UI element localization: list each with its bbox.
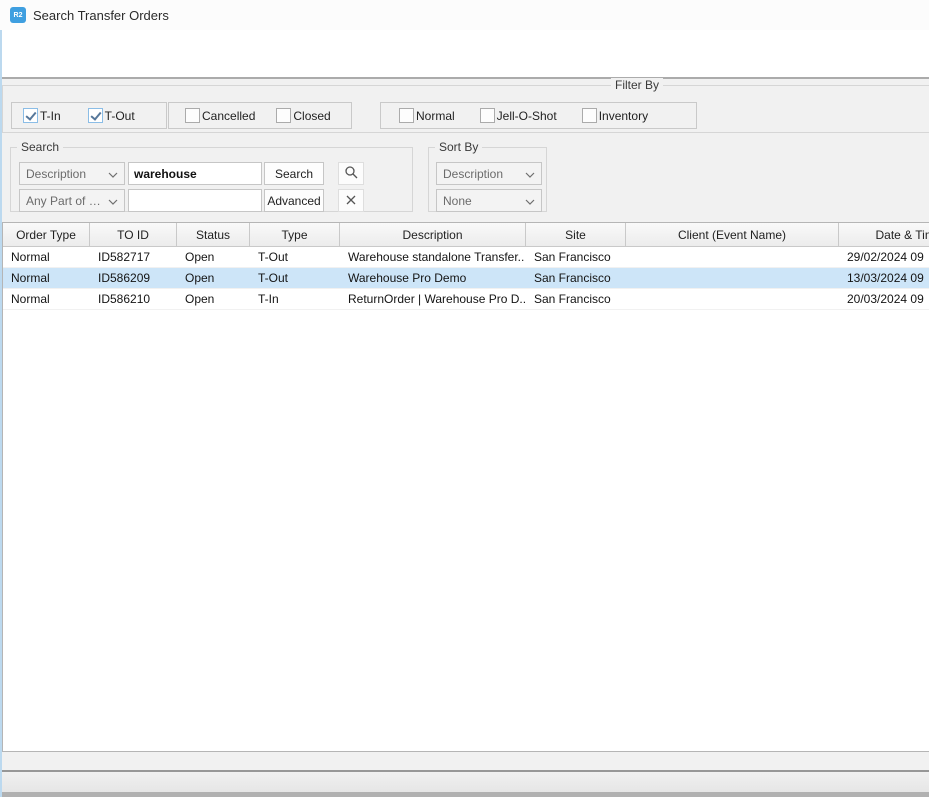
clear-search-button[interactable] bbox=[338, 189, 364, 212]
checkbox-cancelled[interactable]: Cancelled bbox=[185, 108, 255, 123]
column-header-type[interactable]: Type bbox=[250, 223, 340, 247]
r2-logo-icon: R2 bbox=[10, 7, 26, 23]
table-row[interactable]: Normal ID582717 Open T-Out Warehouse sta… bbox=[3, 247, 929, 268]
cell-type: T-In bbox=[250, 292, 340, 306]
sort-primary-dropdown[interactable]: Description bbox=[436, 162, 542, 185]
cell-date-time: 13/03/2024 09 bbox=[839, 271, 929, 285]
order-state-filter-box: Cancelled Closed bbox=[168, 102, 352, 129]
search-icon-button[interactable] bbox=[338, 162, 364, 185]
checkbox-t-out[interactable]: T-Out bbox=[88, 108, 135, 123]
cell-description: ReturnOrder | Warehouse Pro D.. bbox=[340, 292, 526, 306]
cell-status: Open bbox=[177, 292, 250, 306]
window-title: Search Transfer Orders bbox=[33, 8, 169, 23]
magnifier-icon bbox=[344, 165, 358, 182]
sort-secondary-dropdown[interactable]: None bbox=[436, 189, 542, 212]
jell-o-shot-checkbox[interactable] bbox=[480, 108, 495, 123]
column-header-status[interactable]: Status bbox=[177, 223, 250, 247]
search-match-dropdown[interactable]: Any Part of Fi... bbox=[19, 189, 125, 212]
window-bottom-edge bbox=[0, 792, 929, 797]
cell-type: T-Out bbox=[250, 250, 340, 264]
filter-by-group: Filter By T-In T-Out Cancelled Closed No… bbox=[2, 85, 929, 133]
cell-status: Open bbox=[177, 271, 250, 285]
closed-checkbox[interactable] bbox=[276, 108, 291, 123]
checkbox-normal[interactable]: Normal bbox=[399, 108, 455, 123]
jell-o-shot-label: Jell-O-Shot bbox=[497, 109, 557, 123]
checkbox-closed[interactable]: Closed bbox=[276, 108, 330, 123]
search-field-dropdown-value: Description bbox=[26, 167, 86, 181]
search-input[interactable] bbox=[128, 162, 262, 185]
column-header-site[interactable]: Site bbox=[526, 223, 626, 247]
transfer-orders-table: Order Type TO ID Status Type Description… bbox=[2, 222, 929, 752]
column-header-client[interactable]: Client (Event Name) bbox=[626, 223, 839, 247]
order-kind-filter-box: Normal Jell-O-Shot Inventory bbox=[380, 102, 697, 129]
normal-label: Normal bbox=[416, 109, 455, 123]
cell-to-id: ID586210 bbox=[90, 292, 177, 306]
column-header-to-id[interactable]: TO ID bbox=[90, 223, 177, 247]
chevron-down-icon bbox=[525, 167, 535, 181]
cell-type: T-Out bbox=[250, 271, 340, 285]
cell-to-id: ID582717 bbox=[90, 250, 177, 264]
search-group-label: Search bbox=[17, 140, 63, 154]
t-in-label: T-In bbox=[40, 109, 61, 123]
column-header-order-type[interactable]: Order Type bbox=[3, 223, 90, 247]
cell-site: San Francisco bbox=[526, 292, 626, 306]
checkbox-t-in[interactable]: T-In bbox=[23, 108, 61, 123]
table-row[interactable]: Normal ID586210 Open T-In ReturnOrder | … bbox=[3, 289, 929, 310]
closed-label: Closed bbox=[293, 109, 330, 123]
search-match-dropdown-value: Any Part of Fi... bbox=[26, 194, 108, 208]
cell-site: San Francisco bbox=[526, 271, 626, 285]
cell-status: Open bbox=[177, 250, 250, 264]
advanced-button[interactable]: Advanced bbox=[264, 189, 324, 212]
chevron-down-icon bbox=[108, 167, 118, 181]
cell-order-type: Normal bbox=[3, 292, 90, 306]
cell-site: San Francisco bbox=[526, 250, 626, 264]
chevron-down-icon bbox=[108, 194, 118, 208]
search-field-dropdown[interactable]: Description bbox=[19, 162, 125, 185]
search-button[interactable]: Search bbox=[264, 162, 324, 185]
table-row[interactable]: Normal ID586209 Open T-Out Warehouse Pro… bbox=[3, 268, 929, 289]
toolbar-panel bbox=[0, 30, 929, 79]
checkbox-jell-o-shot[interactable]: Jell-O-Shot bbox=[480, 108, 557, 123]
title-bar: R2 Search Transfer Orders bbox=[0, 0, 929, 30]
t-out-label: T-Out bbox=[105, 109, 135, 123]
column-header-description[interactable]: Description bbox=[340, 223, 526, 247]
transfer-direction-filter-box: T-In T-Out bbox=[11, 102, 167, 129]
cell-date-time: 29/02/2024 09 bbox=[839, 250, 929, 264]
normal-checkbox[interactable] bbox=[399, 108, 414, 123]
cell-order-type: Normal bbox=[3, 271, 90, 285]
cell-description: Warehouse standalone Transfer.. bbox=[340, 250, 526, 264]
secondary-search-input[interactable] bbox=[128, 189, 262, 212]
cell-to-id: ID586209 bbox=[90, 271, 177, 285]
window-left-edge bbox=[0, 30, 2, 797]
cell-date-time: 20/03/2024 09 bbox=[839, 292, 929, 306]
table-header-row: Order Type TO ID Status Type Description… bbox=[3, 223, 929, 247]
cell-order-type: Normal bbox=[3, 250, 90, 264]
sort-by-group: Sort By Description None bbox=[428, 147, 547, 212]
sort-primary-dropdown-value: Description bbox=[443, 167, 503, 181]
status-bar bbox=[0, 770, 929, 792]
sort-by-group-label: Sort By bbox=[435, 140, 482, 154]
sort-secondary-dropdown-value: None bbox=[443, 194, 472, 208]
filter-by-label: Filter By bbox=[611, 78, 663, 92]
t-in-checkbox[interactable] bbox=[23, 108, 38, 123]
inventory-label: Inventory bbox=[599, 109, 648, 123]
column-header-date-time[interactable]: Date & Time bbox=[839, 223, 929, 247]
inventory-checkbox[interactable] bbox=[582, 108, 597, 123]
search-group: Search Description Search Any Part of Fi… bbox=[10, 147, 413, 212]
cell-description: Warehouse Pro Demo bbox=[340, 271, 526, 285]
t-out-checkbox[interactable] bbox=[88, 108, 103, 123]
x-icon bbox=[346, 194, 356, 208]
cancelled-checkbox[interactable] bbox=[185, 108, 200, 123]
cancelled-label: Cancelled bbox=[202, 109, 255, 123]
chevron-down-icon bbox=[525, 194, 535, 208]
checkbox-inventory[interactable]: Inventory bbox=[582, 108, 648, 123]
